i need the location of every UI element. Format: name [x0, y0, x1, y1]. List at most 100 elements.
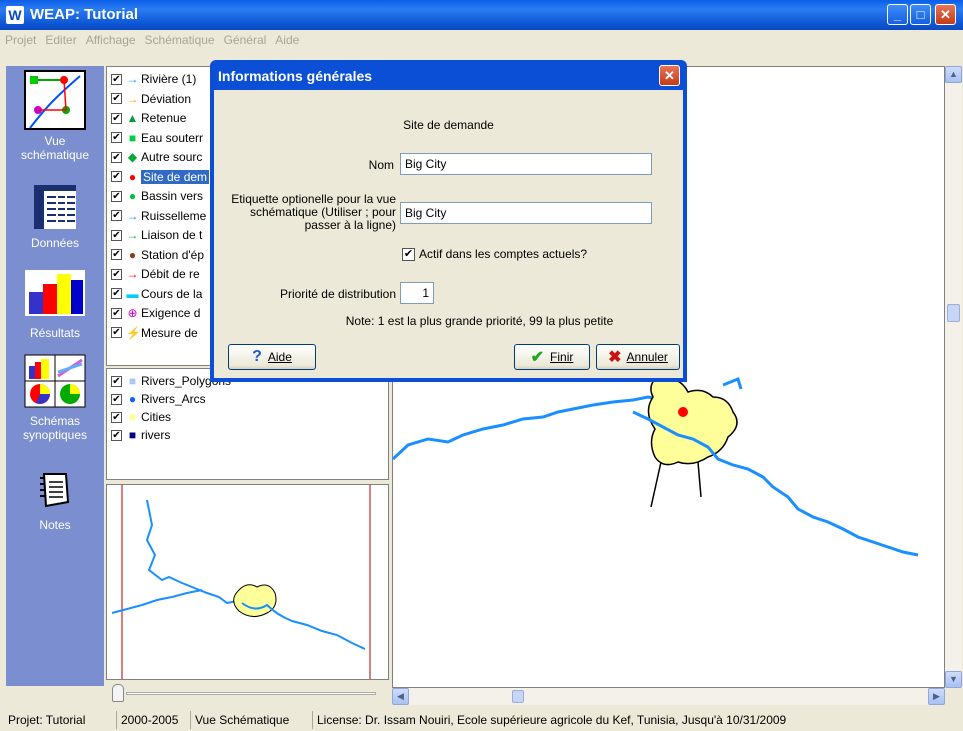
layer-symbol-icon: →: [126, 228, 139, 242]
general-info-dialog: Informations générales ✕ Site de demande…: [210, 60, 687, 382]
close-window-button[interactable]: ✕: [935, 4, 956, 25]
layer-row[interactable]: ✔ ● Bassin vers: [111, 188, 203, 204]
layer-checkbox[interactable]: ✔: [111, 288, 122, 299]
layer-checkbox[interactable]: ✔: [111, 327, 122, 338]
layer-label: Liaison de t: [141, 228, 203, 242]
tag-label: Etiquette optionelle pour la vue schémat…: [231, 192, 396, 232]
status-bar: Projet: Tutorial 2000-2005 Vue Schématiq…: [0, 708, 963, 731]
layer-label: Eau souterr: [141, 130, 204, 145]
layer-symbol-icon: →: [126, 267, 139, 281]
layer-checkbox[interactable]: ✔: [111, 249, 122, 260]
layer-symbol-icon: ◆: [127, 150, 138, 164]
priority-field[interactable]: [400, 282, 434, 304]
nav-results-label: Résultats: [29, 326, 81, 340]
layer-row[interactable]: ✔ → Débit de re: [111, 266, 200, 282]
gis-layer-row[interactable]: ✔ ■ Cities: [111, 409, 171, 425]
layer-row[interactable]: ✔ ● Station d'ép: [111, 247, 204, 263]
layer-checkbox[interactable]: ✔: [111, 268, 122, 280]
zoom-slider-thumb[interactable]: [112, 684, 124, 702]
menu-general[interactable]: Général: [219, 30, 271, 47]
nav-results[interactable]: Résultats: [6, 270, 104, 340]
dialog-title: Informations générales: [218, 68, 373, 84]
nav-data-label: Données: [30, 236, 80, 250]
help-button[interactable]: ? Aide: [228, 344, 316, 370]
layer-row[interactable]: ✔ ⊕ Exigence d: [111, 305, 200, 321]
gis-layer-checkbox[interactable]: ✔: [111, 375, 122, 387]
active-checkbox-row[interactable]: ✔ Actif dans les comptes actuels?: [402, 247, 587, 261]
layer-symbol-icon: ▬: [126, 286, 139, 301]
layer-label: Ruisselleme: [141, 208, 207, 223]
vertical-scrollbar[interactable]: ▲ ▼: [945, 66, 962, 688]
layer-checkbox[interactable]: ✔: [111, 132, 122, 143]
layer-checkbox[interactable]: ✔: [111, 93, 122, 104]
gis-layer-row[interactable]: ✔ ● Rivers_Arcs: [111, 391, 206, 407]
layer-row[interactable]: ✔ ▲ Retenue: [111, 110, 186, 126]
layer-symbol-icon: →: [126, 91, 139, 106]
dialog-close-icon[interactable]: ✕: [659, 65, 680, 86]
bar-chart-icon: [25, 270, 85, 316]
notepad-icon: [40, 473, 70, 508]
menu-affichage[interactable]: Affichage: [81, 30, 140, 47]
active-checkbox[interactable]: ✔: [402, 247, 415, 261]
layer-checkbox[interactable]: ✔: [111, 73, 122, 85]
nav-notes-label: Notes: [39, 518, 71, 532]
layer-label: Rivière (1): [141, 72, 197, 86]
layer-checkbox[interactable]: ✔: [111, 210, 122, 221]
menu-editer[interactable]: Editer: [40, 30, 80, 47]
layer-symbol-icon: ■: [128, 130, 137, 145]
menu-projet[interactable]: Projet: [0, 30, 40, 47]
layer-row[interactable]: ✔ ● Site de dem: [111, 169, 210, 185]
cancel-x-icon: ✖: [608, 349, 622, 366]
status-view: Vue Schématique: [190, 711, 293, 729]
layer-row[interactable]: ✔ ■ Eau souterr: [111, 130, 203, 146]
layer-row[interactable]: ✔ → Ruisselleme: [111, 208, 206, 224]
horizontal-scrollbar[interactable]: ◀ ▶: [392, 688, 945, 705]
scroll-left-icon[interactable]: ◀: [392, 688, 409, 705]
active-label: Actif dans les comptes actuels?: [419, 247, 588, 261]
data-table-icon: [34, 185, 76, 229]
scroll-right-icon[interactable]: ▶: [928, 688, 945, 705]
gis-layer-row[interactable]: ✔ ■ rivers: [111, 427, 170, 443]
gis-layer-label: Rivers_Arcs: [141, 392, 206, 406]
nav-notes[interactable]: Notes: [6, 472, 104, 532]
tag-field[interactable]: [400, 202, 652, 224]
layer-checkbox[interactable]: ✔: [111, 151, 122, 163]
name-label: Nom: [368, 158, 394, 172]
layer-checkbox[interactable]: ✔: [111, 190, 122, 202]
layer-row[interactable]: ✔ → Rivière (1): [111, 71, 196, 87]
layer-row[interactable]: ✔ ⚡ Mesure de: [111, 325, 198, 341]
minimize-button[interactable]: _: [887, 4, 908, 25]
layer-row[interactable]: ✔ → Déviation: [111, 91, 191, 107]
zoom-slider-area: [106, 680, 389, 704]
layer-row[interactable]: ✔ → Liaison de t: [111, 227, 202, 243]
layer-checkbox[interactable]: ✔: [111, 307, 122, 319]
gis-layer-checkbox[interactable]: ✔: [111, 393, 122, 405]
priority-note: Note: 1 est la plus grande priorité, 99 …: [345, 314, 614, 328]
layer-checkbox[interactable]: ✔: [111, 112, 122, 124]
name-field[interactable]: [400, 153, 652, 175]
layer-label: Site de dem: [141, 169, 210, 184]
nav-schematic-view[interactable]: Vue schématique: [6, 68, 104, 162]
gis-layer-label: rivers: [141, 428, 171, 442]
help-button-label: Aide: [267, 350, 292, 364]
finish-button[interactable]: ✔ Finir: [514, 344, 590, 370]
scroll-down-icon[interactable]: ▼: [945, 671, 962, 688]
menu-aide[interactable]: Aide: [270, 30, 303, 47]
layer-row[interactable]: ✔ ◆ Autre sourc: [111, 149, 202, 165]
layer-checkbox[interactable]: ✔: [111, 171, 122, 182]
overview-map[interactable]: [106, 484, 389, 680]
overview-charts-icon: [24, 354, 86, 408]
cancel-button[interactable]: ✖ Annuler: [596, 344, 680, 370]
vertical-scroll-thumb[interactable]: [947, 304, 960, 322]
zoom-slider-track[interactable]: [126, 692, 376, 695]
nav-data[interactable]: Données: [6, 184, 104, 250]
horizontal-scroll-thumb[interactable]: [512, 690, 524, 703]
nav-overviews[interactable]: Schémas synoptiques: [6, 354, 104, 442]
layer-checkbox[interactable]: ✔: [111, 229, 122, 241]
gis-layer-checkbox[interactable]: ✔: [111, 429, 122, 441]
gis-layer-checkbox[interactable]: ✔: [111, 411, 122, 423]
maximize-button[interactable]: □: [910, 4, 931, 25]
scroll-up-icon[interactable]: ▲: [945, 66, 962, 83]
menu-schematique[interactable]: Schématique: [140, 30, 219, 47]
layer-row[interactable]: ✔ ▬ Cours de la: [111, 286, 202, 302]
